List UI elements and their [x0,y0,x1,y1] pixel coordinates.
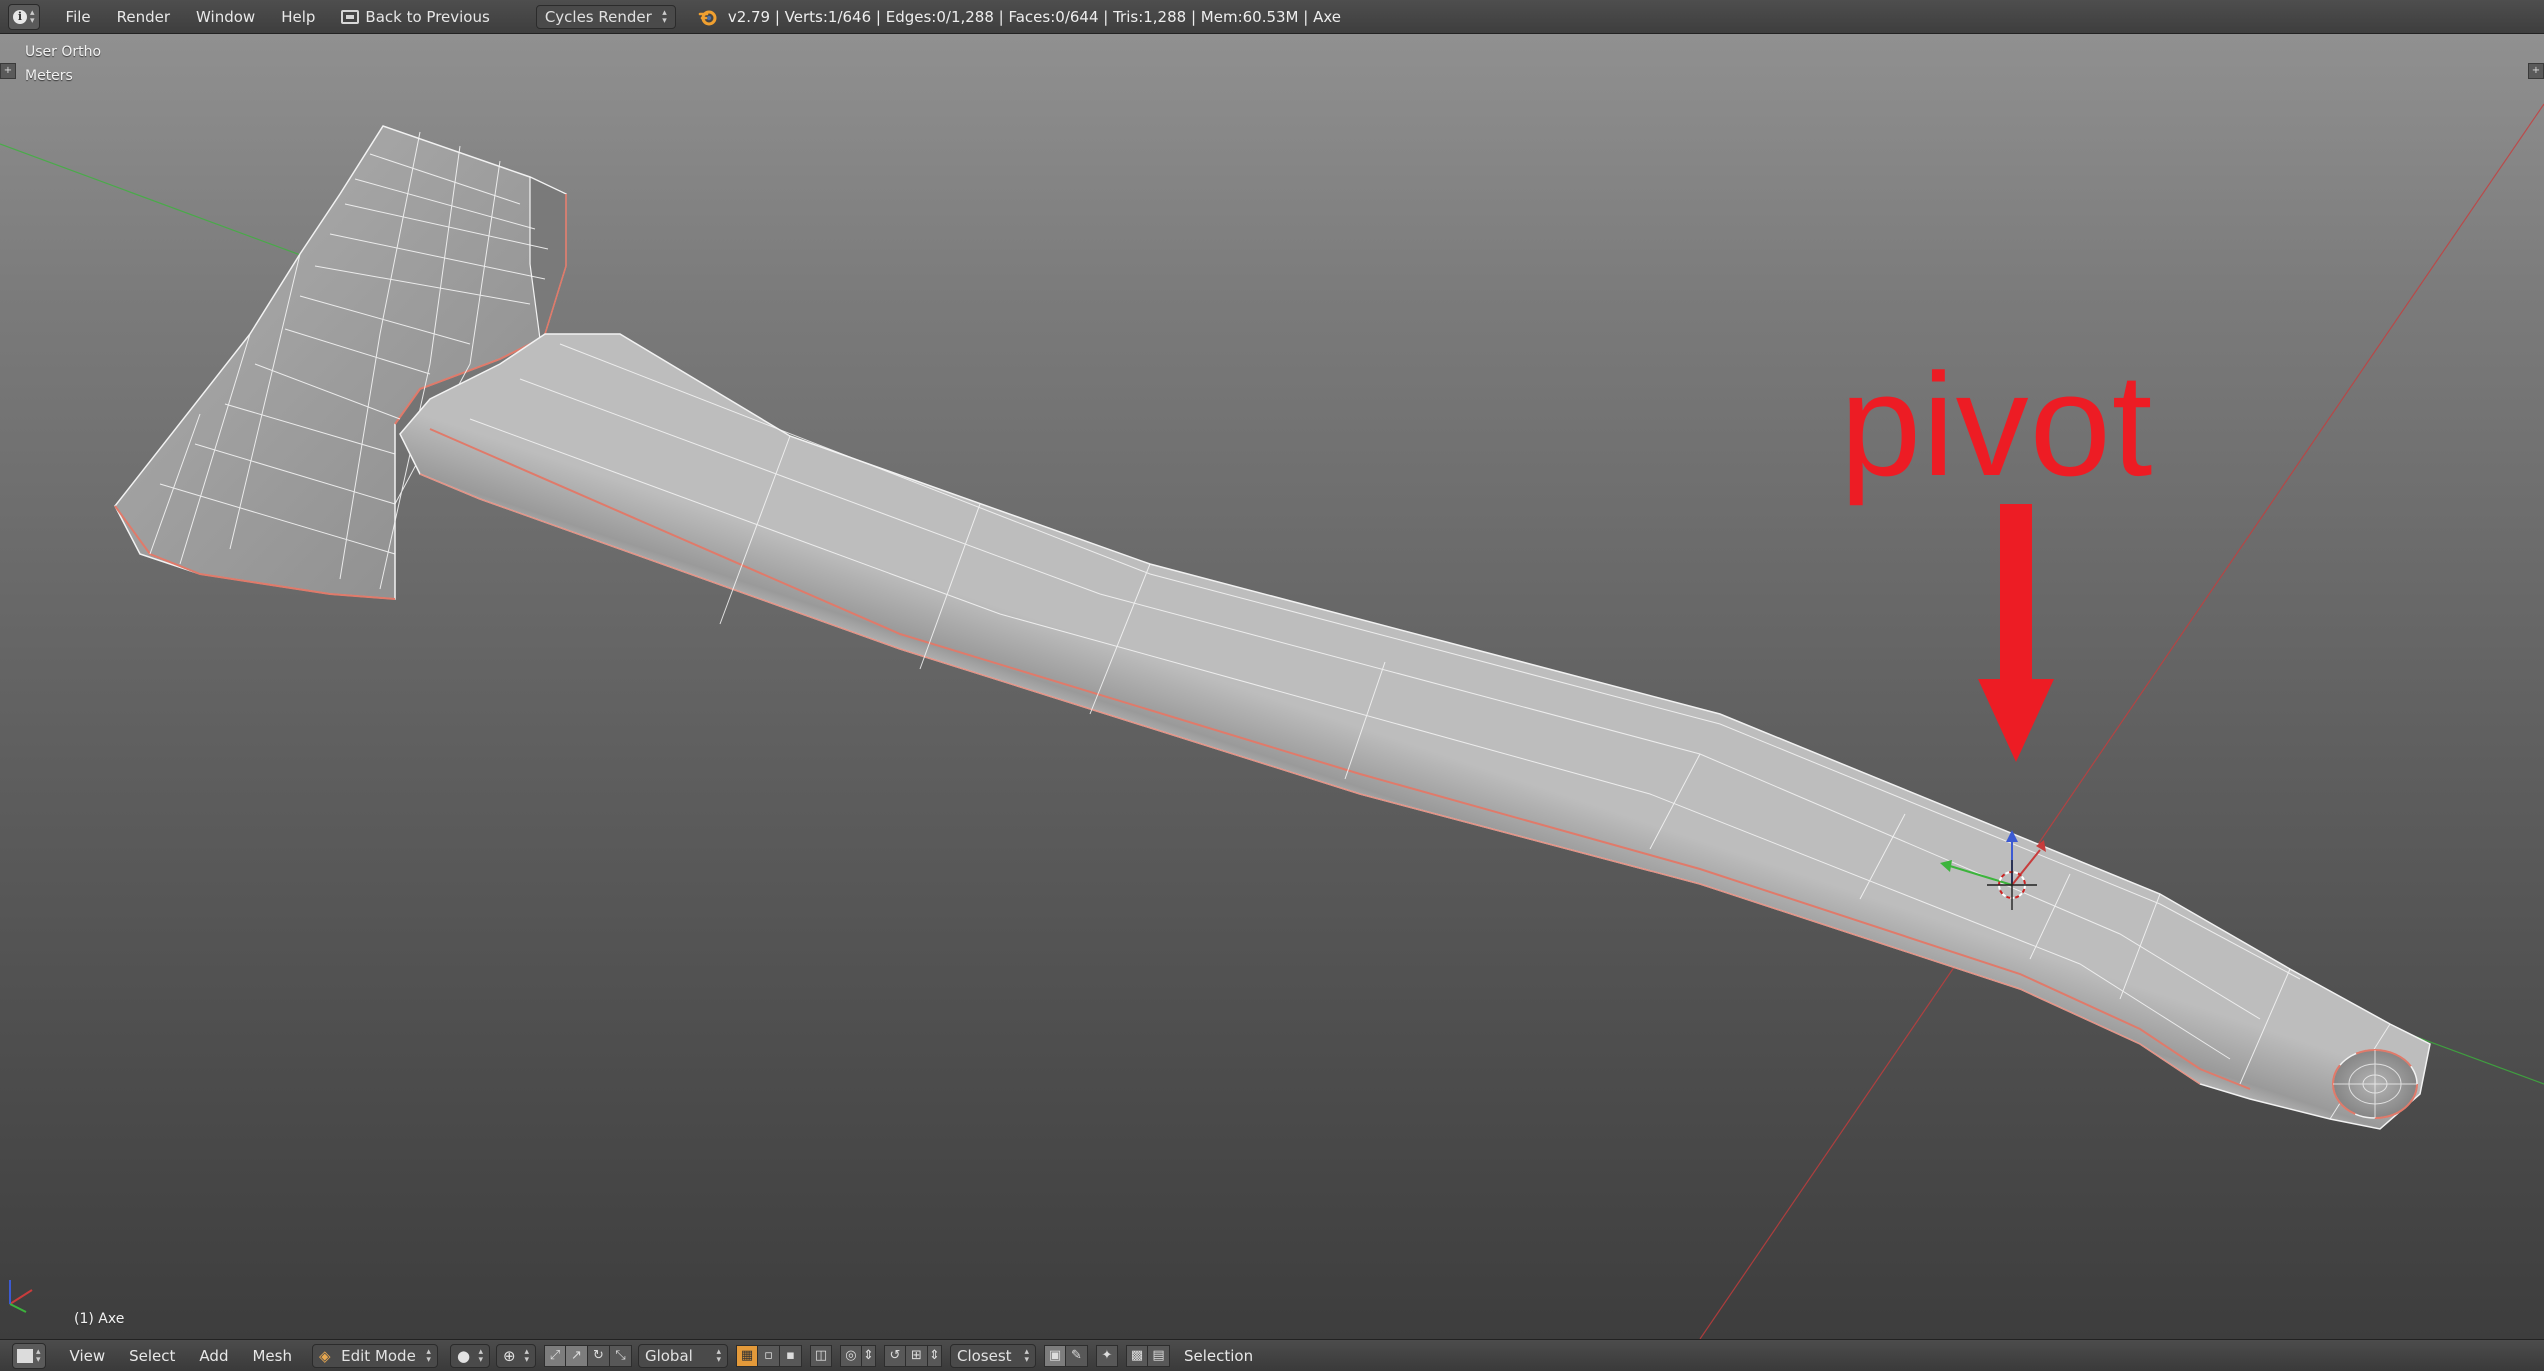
translate-manipulator-icon[interactable]: ↗ [565,1344,588,1367]
limit-selection-icon[interactable]: ◫ [809,1344,832,1367]
opengl-render-icon[interactable]: ✦ [1095,1344,1118,1367]
screen-back-icon [341,9,360,24]
layer-icon[interactable]: ▦ [735,1344,758,1367]
menu-file[interactable]: File [66,8,91,26]
menu-mesh[interactable]: Mesh [252,1347,292,1365]
snap-target-select[interactable]: Closest ▴ ▾ [949,1343,1036,1368]
scene-canvas[interactable] [0,34,2544,1339]
back-to-previous-label: Back to Previous [365,7,490,26]
scale-manipulator-icon[interactable]: ⤡ [609,1344,632,1367]
menu-view[interactable]: View [70,1347,106,1365]
view-name: User Ortho [25,44,102,60]
x-axis-line [1699,103,2544,1339]
proportional-edit-icon[interactable]: ◎ [839,1344,862,1367]
vertex-select-icon[interactable]: ▫ [757,1344,780,1367]
3d-viewport[interactable]: + + User Ortho Meters (1) Axe pivot [0,34,2544,1339]
updown-icon: ▴ ▾ [478,1346,483,1365]
3d-view-header: ▴ ▾ View Select Add Mesh ◈ Edit Mode ▴ ▾ ●… [0,1339,2544,1371]
snap-target-value: Closest [956,1346,1012,1365]
solid-shading-icon: ● [456,1346,471,1365]
snap-element-icon[interactable]: ⊞ [905,1344,928,1367]
units-label: Meters [25,68,73,84]
active-object-name: (1) Axe [74,1311,125,1327]
manipulator-toggle-icon[interactable]: ⤢ [543,1344,566,1367]
snap-align-icon[interactable]: ✎ [1065,1344,1088,1367]
updown-icon: ▴ ▾ [524,1346,529,1365]
blender-logo-icon [698,10,717,25]
menu-add[interactable]: Add [199,1347,228,1365]
pivot-point-select[interactable]: ⊕ ▴ ▾ [495,1343,536,1368]
menu-window[interactable]: Window [196,8,255,26]
axe-head-mesh[interactable] [114,125,567,600]
mode-value: Edit Mode [341,1346,416,1365]
render-animation-icon[interactable]: ▤ [1147,1344,1170,1367]
menu-render[interactable]: Render [117,8,170,26]
edit-mode-icon: ◈ [318,1346,331,1365]
info-icon: i [13,9,27,24]
mode-select[interactable]: ◈ Edit Mode ▴ ▾ [311,1343,438,1368]
pivot-annotation: pivot [1840,343,2154,506]
render-image-icon[interactable]: ▩ [1125,1344,1148,1367]
annotation-arrow [1978,504,2054,762]
properties-panel-toggle[interactable]: + [2528,63,2544,79]
axis-gizmo-icon [9,1280,33,1313]
scene-statistics: v2.79 | Verts:1/646 | Edges:0/1,288 | Fa… [727,7,1341,26]
snap-project-icon[interactable]: ▣ [1043,1344,1066,1367]
updown-icon[interactable]: ⇕ [861,1344,876,1367]
editor-type-button[interactable]: ▴ ▾ [12,1342,46,1369]
updown-icon: ▴ ▾ [30,7,35,26]
render-engine-select[interactable]: Cycles Render ▴ ▾ [535,4,676,29]
updown-icon: ▴ ▾ [716,1346,721,1365]
tool-shelf-toggle[interactable]: + [0,63,16,79]
updown-icon: ▴ ▾ [426,1346,431,1365]
pivot-point-icon: ⊕ [502,1346,516,1365]
3d-view-icon [17,1348,33,1363]
updown-icon[interactable]: ⇕ [927,1344,942,1367]
editor-type-button[interactable]: i ▴ ▾ [8,3,40,30]
snap-toggle-icon[interactable]: ↺ [883,1344,906,1367]
orientation-value: Global [644,1346,693,1365]
edge-select-icon[interactable]: ▪ [779,1344,802,1367]
updown-icon: ▴ ▾ [1024,1346,1029,1365]
rotate-manipulator-icon[interactable]: ↻ [587,1344,610,1367]
viewport-shading-select[interactable]: ● ▴ ▾ [449,1343,490,1368]
back-to-previous-button[interactable]: Back to Previous [341,7,490,26]
transform-orientation-select[interactable]: Global ▴ ▾ [637,1343,728,1368]
updown-icon: ▴ ▾ [36,1346,41,1365]
render-engine-value: Cycles Render [544,7,652,26]
updown-icon: ▴ ▾ [662,7,667,26]
info-header: i ▴ ▾ File Render Window Help Back to Pre… [0,0,2544,34]
selection-label: Selection [1183,1346,1254,1365]
menu-select[interactable]: Select [129,1347,175,1365]
menu-help[interactable]: Help [281,8,315,26]
